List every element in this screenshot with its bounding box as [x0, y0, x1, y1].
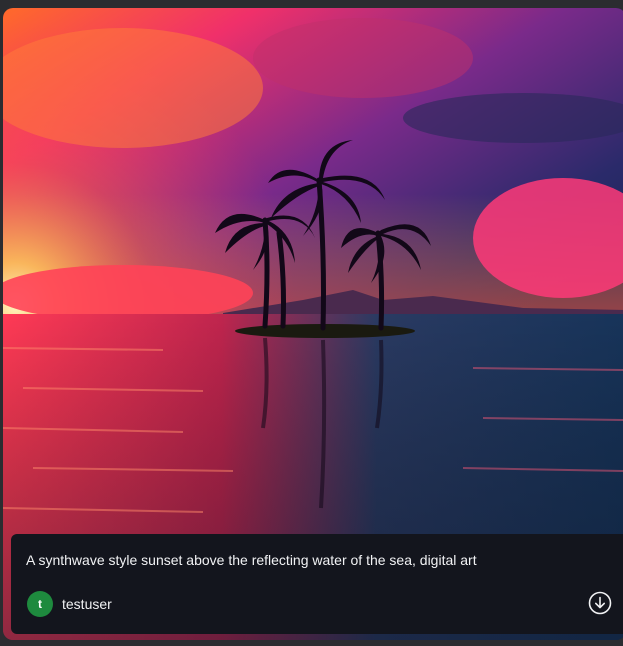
image-info-panel: A synthwave style sunset above the refle… [11, 534, 623, 634]
download-button[interactable] [587, 590, 613, 616]
avatar[interactable]: t [27, 591, 53, 617]
download-circle-icon [588, 591, 612, 615]
image-card[interactable]: A synthwave style sunset above the refle… [3, 8, 623, 640]
username[interactable]: testuser [62, 596, 112, 612]
prompt-text: A synthwave style sunset above the refle… [26, 552, 477, 568]
